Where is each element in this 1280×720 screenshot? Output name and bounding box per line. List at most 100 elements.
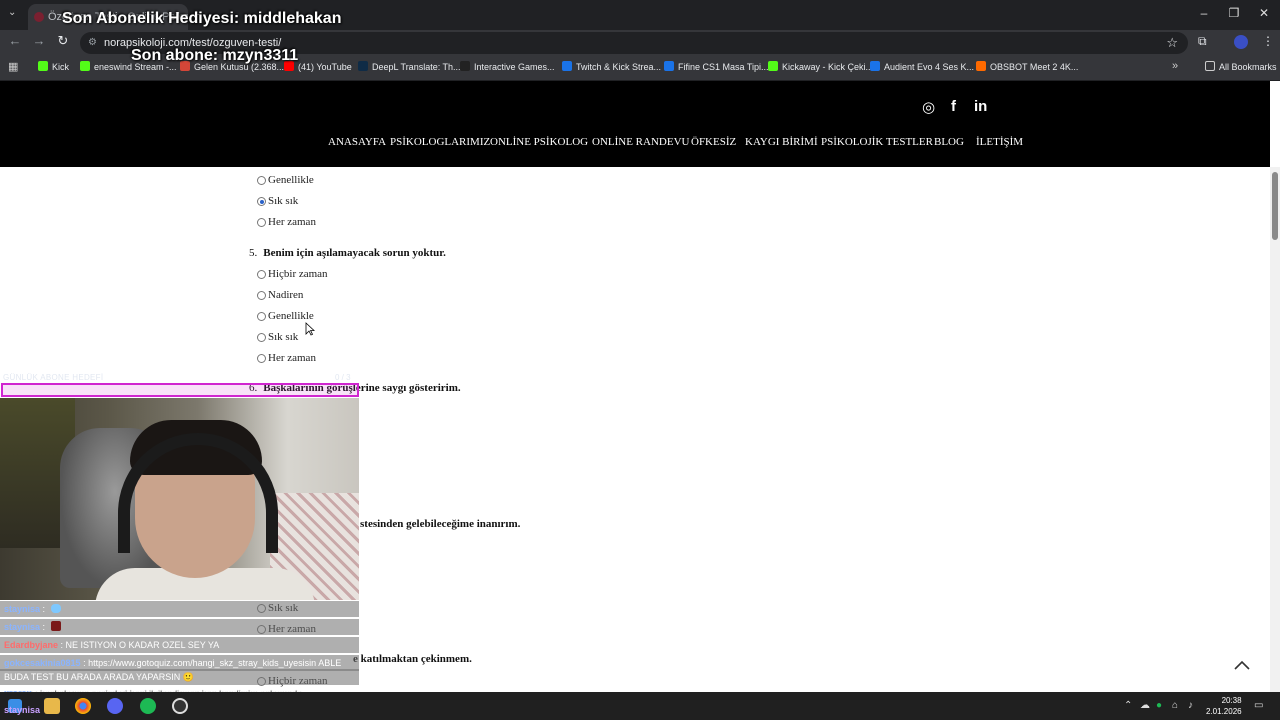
more-bookmarks-icon[interactable]: »: [1172, 60, 1178, 72]
webcam-feed: [0, 398, 359, 600]
taskbar: staynisa ⌃ ☁ ● ⌂ ♪ 20:38 2.01.2026 ▭: [0, 692, 1280, 720]
bookmark-label: Kick: [52, 62, 70, 72]
bookmark-label: Fifine CS1 Masa Tipi...: [678, 62, 769, 72]
close-window-icon[interactable]: ✕: [1256, 6, 1272, 20]
option-label: Nadiren: [268, 289, 304, 301]
subscriber-goal-count: 0 / 3: [335, 373, 351, 382]
facebook-icon[interactable]: f: [951, 98, 956, 115]
bookmark-label: OBSBOT Meet 2 4K...: [990, 62, 1079, 72]
heart-emote-icon: [50, 604, 61, 613]
bookmark-label: Interactive Games...: [474, 62, 555, 72]
bookmark-favicon-icon: [562, 61, 572, 71]
profile-avatar[interactable]: [1234, 35, 1248, 49]
back-to-top-icon[interactable]: [1232, 655, 1252, 675]
radio-button[interactable]: [257, 354, 266, 363]
notifications-icon[interactable]: ▭: [1254, 700, 1263, 711]
tray-volume-icon[interactable]: ♪: [1188, 700, 1193, 711]
minimize-icon[interactable]: –: [1196, 6, 1212, 20]
radio-button[interactable]: [257, 176, 266, 185]
restore-icon[interactable]: ❐: [1226, 6, 1242, 20]
subscriber-goal-bar: [1, 383, 359, 397]
bookmark-favicon-icon: [768, 61, 778, 71]
nav-item[interactable]: ÖFKESİZ: [691, 136, 736, 148]
option-label: Sık sık: [268, 331, 299, 343]
bookmark-item[interactable]: Audient Evo 4 Ses K...: [870, 61, 974, 72]
nav-item[interactable]: ANASAYFA: [328, 136, 386, 148]
site-info-icon[interactable]: ⚙: [88, 32, 97, 54]
site-favicon-icon: [34, 12, 44, 22]
bookmark-label: DeepL Translate: Th...: [372, 62, 461, 72]
bookmark-favicon-icon: [870, 61, 880, 71]
option-label: Hiçbir zaman: [268, 268, 328, 280]
option-label: Sık sık: [268, 195, 299, 207]
bookmark-favicon-icon: [976, 61, 986, 71]
discord-icon[interactable]: [107, 698, 123, 714]
radio-button[interactable]: [257, 333, 266, 342]
chat-message: staynisa :: [0, 601, 359, 617]
spotify-icon[interactable]: [140, 698, 156, 714]
radio-button[interactable]: [257, 218, 266, 227]
tray-overflow-icon[interactable]: ⌃: [1124, 700, 1132, 711]
bookmark-item[interactable]: Kick: [38, 61, 69, 72]
clock[interactable]: 20:38 2.01.2026: [1206, 695, 1242, 717]
option-label: Her zaman: [268, 352, 316, 364]
chat-username: gokcesakinia0815: [4, 658, 81, 668]
question-7-fragment: stesinden gelebileceğime inanırım.: [360, 518, 521, 530]
option-label: Genellikle: [268, 174, 314, 186]
reload-icon[interactable]: ↻: [54, 33, 72, 49]
bookmark-favicon-icon: [80, 61, 90, 71]
bookmark-favicon-icon: [358, 61, 368, 71]
clock-date: 2.01.2026: [1206, 707, 1242, 716]
nav-item[interactable]: BLOG: [934, 136, 964, 148]
back-icon[interactable]: ←: [6, 33, 24, 48]
bookmark-item[interactable]: Kickaway - Kick Çeki...: [768, 61, 873, 72]
obs-icon[interactable]: [172, 698, 188, 714]
radio-button[interactable]: [257, 197, 266, 206]
bookmark-label: Audient Evo 4 Ses K...: [884, 62, 975, 72]
radio-button[interactable]: [257, 291, 266, 300]
nav-item[interactable]: KAYGI BİRİMİ: [745, 136, 818, 148]
bookmark-favicon-icon: [38, 61, 48, 71]
last-subscriber-overlay: Son abone: mzyn3311: [131, 47, 299, 64]
instagram-icon[interactable]: ◎: [922, 98, 935, 116]
nav-item[interactable]: PSİKOLOJİK TESTLER: [821, 136, 933, 148]
radio-button[interactable]: [257, 312, 266, 321]
tab-list-icon[interactable]: ⌄: [8, 7, 16, 18]
bookmark-favicon-icon: [664, 61, 674, 71]
tray-app-icon[interactable]: ☁: [1140, 700, 1150, 711]
stream-chat: staynisa : staynisa : Edardbyjane : NE I…: [0, 601, 359, 692]
radio-button[interactable]: [257, 270, 266, 279]
bookmark-item[interactable]: OBSBOT Meet 2 4K...: [976, 61, 1078, 72]
nav-item[interactable]: ONLİNE RANDEVU: [592, 136, 689, 148]
bookmark-label: Twitch & Kick Strea...: [576, 62, 662, 72]
apps-icon[interactable]: ▦: [8, 60, 18, 73]
bookmark-item[interactable]: Interactive Games...: [460, 61, 555, 72]
question-8-fragment: e katılmaktan çekinmem.: [353, 653, 472, 665]
page-scrollbar[interactable]: [1270, 167, 1280, 692]
menu-icon[interactable]: ⋮: [1262, 34, 1274, 48]
file-explorer-icon[interactable]: [44, 698, 60, 714]
bookmark-item[interactable]: Fifine CS1 Masa Tipi...: [664, 61, 769, 72]
bookmark-star-icon[interactable]: ☆: [1166, 32, 1178, 54]
nav-item[interactable]: İLETİŞİM: [976, 136, 1023, 148]
question-5: 5. Benim için aşılamayacak sorun yoktur.: [249, 247, 446, 259]
chat-text: https://www.gotoquiz.com/hangi_skz_stray…: [88, 658, 342, 668]
bookmark-favicon-icon: [460, 61, 470, 71]
chrome-icon[interactable]: [75, 698, 91, 714]
subscriber-goal-label: GÜNLÜK ABONE HEDEFİ: [3, 373, 104, 382]
tray-network-icon[interactable]: ⌂: [1172, 700, 1178, 711]
option-label: Genellikle: [268, 310, 314, 322]
extensions-icon[interactable]: ⧉: [1198, 34, 1207, 49]
linkedin-icon[interactable]: in: [974, 98, 987, 115]
bookmark-item[interactable]: DeepL Translate: Th...: [358, 61, 461, 72]
bookmark-item[interactable]: Twitch & Kick Strea...: [562, 61, 661, 72]
folder-icon: [1205, 61, 1215, 71]
forward-icon[interactable]: →: [30, 33, 48, 48]
chat-username: Edardbyjane: [4, 640, 59, 650]
chat-bottom-user: staynisa: [4, 705, 41, 715]
all-bookmarks-folder[interactable]: All Bookmarks: [1205, 61, 1277, 72]
tray-spotify-icon[interactable]: ●: [1156, 700, 1162, 711]
scrollbar-thumb[interactable]: [1272, 172, 1278, 240]
nav-item[interactable]: ONLİNE PSİKOLOG: [490, 136, 588, 148]
nav-item[interactable]: PSİKOLOGLARIMIZ: [390, 136, 490, 148]
